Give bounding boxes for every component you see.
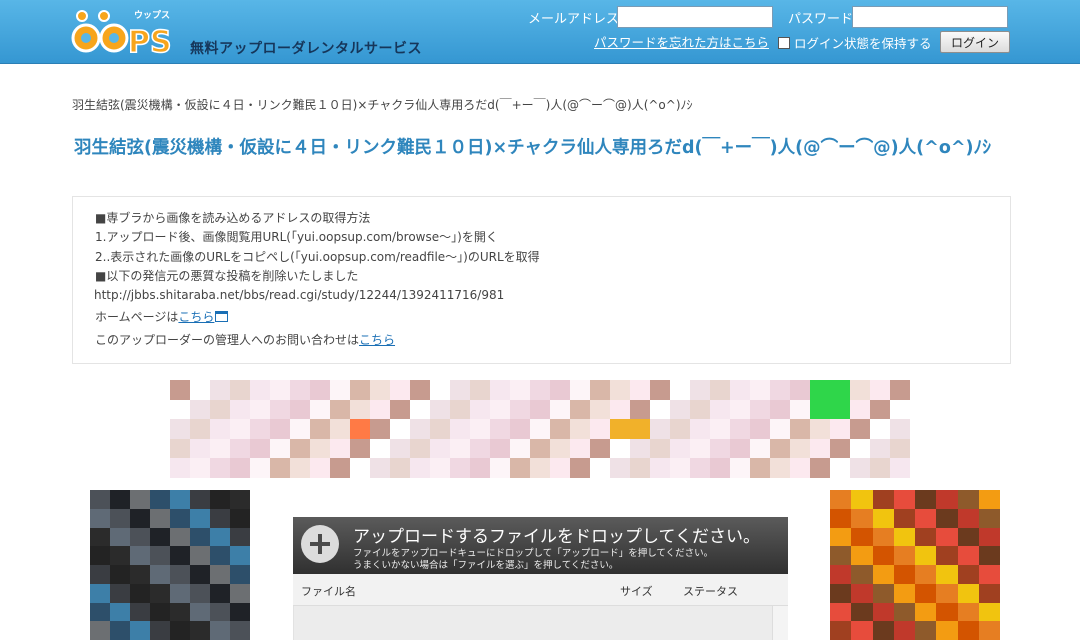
drop-zone-hint: うまくいかない場合は「ファイルを選ぶ」を押してください。 [353,560,619,571]
email-input[interactable] [617,6,773,28]
remember-login-label: ログイン状態を保持する [794,36,932,51]
queue-header: ファイル名 サイズ ステータス [293,574,788,606]
svg-text:ウップス: ウップス [134,9,170,21]
password-input[interactable] [852,6,1008,28]
col-status: ステータス [683,585,738,598]
col-size: サイズ [620,585,653,598]
remember-login-checkbox[interactable]: ログイン状態を保持する [778,33,932,52]
ad-right-sidebar[interactable] [830,490,1000,640]
drop-zone[interactable]: アップロードするファイルをドロップしてください。 ファイルをアップロードキューに… [293,517,788,574]
plus-icon[interactable] [301,525,339,563]
info-line: ■以下の発信元の悪質な投稿を削除いたしました [95,268,359,283]
site-tagline: 無料アップローダレンタルサービス [190,41,422,57]
svg-text:PS: PS [128,25,172,58]
contact-line: このアップローダーの管理人へのお問い合わせはこちら [95,331,1010,350]
info-line: ■専ブラから画像を読み込めるアドレスの取得方法 [95,211,371,225]
site-header: PS ウップス 無料アップローダレンタルサービス メールアドレス パスワード パ… [0,0,1080,64]
ad-banner[interactable] [170,380,910,478]
contact-prefix: このアップローダーの管理人へのお問い合わせは [95,332,360,347]
col-filename: ファイル名 [301,585,356,598]
homepage-line: ホームページはこちら [95,308,1010,327]
homepage-prefix: ホームページは [95,310,179,325]
oops-logo[interactable]: PS ウップス [70,4,182,58]
new-window-icon [215,311,229,323]
info-line: http://jbbs.shitaraba.net/bbs/read.cgi/s… [94,288,505,303]
upload-queue-list[interactable] [293,606,788,640]
info-box: ■専ブラから画像を読み込めるアドレスの取得方法 1.アップロード後、画像閲覧用U… [72,196,1011,364]
file-uploader: アップロードするファイルをドロップしてください。 ファイルをアップロードキューに… [293,517,788,640]
forgot-password-link[interactable]: パスワードを忘れた方はこちら [594,32,769,51]
info-line: 1.アップロード後、画像閲覧用URL(「yui.oopsup.com/brows… [95,230,498,245]
contact-link[interactable]: こちら [359,333,395,347]
password-label: パスワード [788,12,854,27]
checkbox-box[interactable] [778,36,790,49]
ad-left-sidebar[interactable] [90,490,250,640]
email-label: メールアドレス [528,12,620,27]
breadcrumb: 羽生結弦(震災機構・仮設に４日・リンク難民１０日)×チャクラ仙人専用ろだd(￣+… [72,98,693,112]
page-title: 羽生結弦(震災機構・仮設に４日・リンク難民１０日)×チャクラ仙人専用ろだd(￣+… [74,138,992,158]
info-line: 2..表示された画像のURLをコピペし(「yui.oopsup.com/read… [95,249,540,264]
drop-zone-title: アップロードするファイルをドロップしてください。 [353,527,760,547]
login-button[interactable]: ログイン [940,31,1010,53]
homepage-link[interactable]: こちら [178,310,214,324]
queue-scrollbar[interactable] [772,606,788,640]
